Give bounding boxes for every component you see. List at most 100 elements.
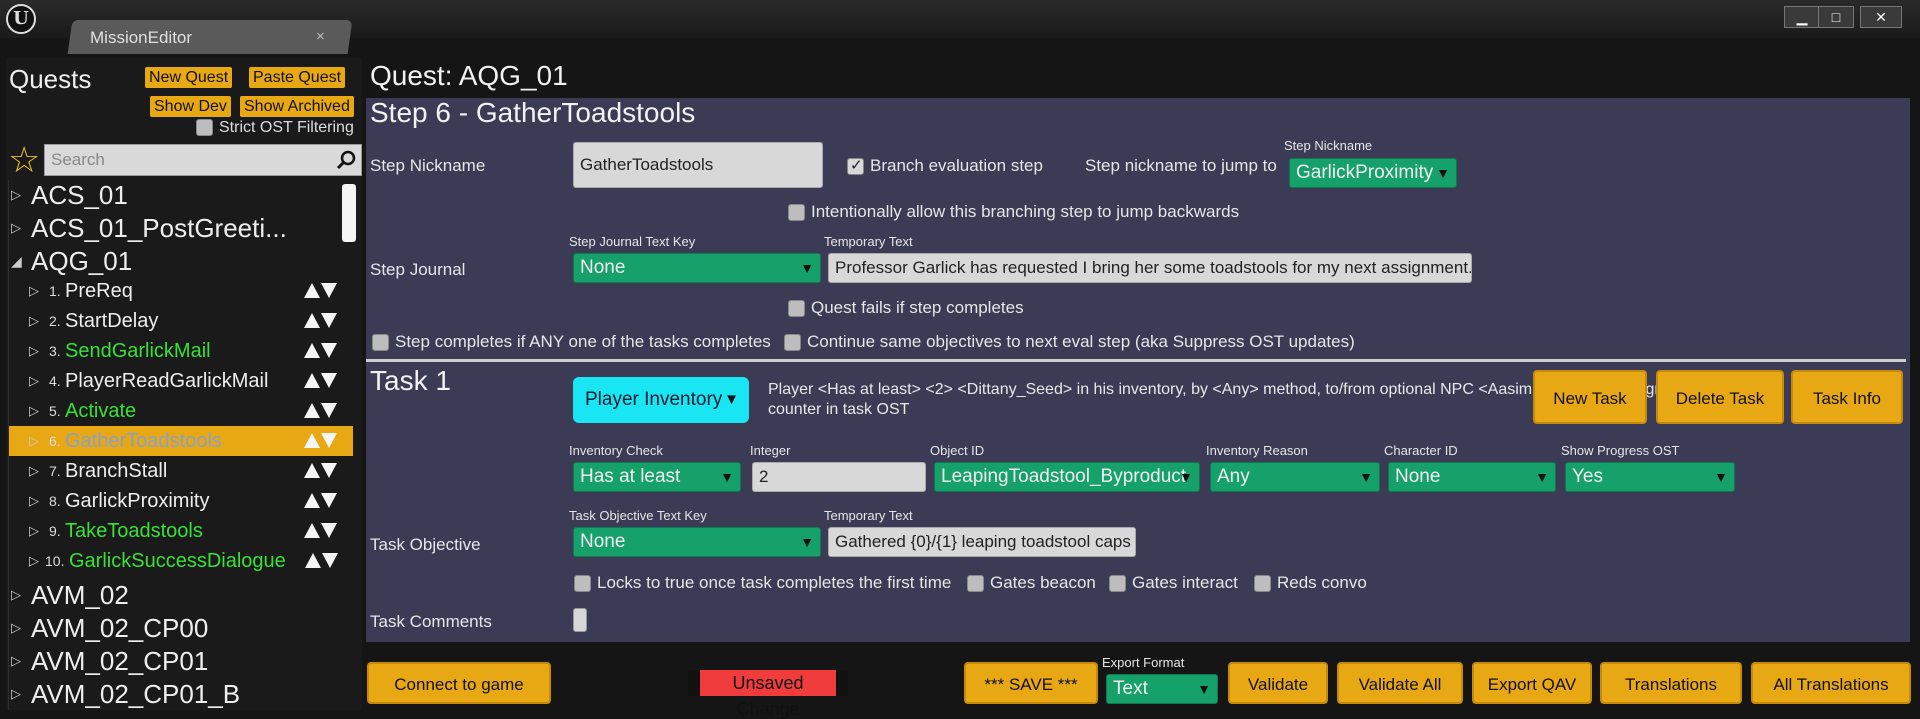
expanded-arrow-icon[interactable]: ◢ — [11, 246, 22, 276]
validate-all-button[interactable]: Validate All — [1337, 662, 1463, 704]
checkbox-icon[interactable] — [847, 156, 864, 176]
move-up-icon[interactable] — [304, 283, 320, 298]
collapsed-arrow-icon[interactable]: ▷ — [11, 213, 21, 243]
checkbox-icon[interactable] — [196, 119, 213, 137]
tree-scrollbar[interactable] — [342, 184, 356, 242]
inventory-check-dropdown[interactable]: Has at least ▼ — [573, 462, 741, 492]
checkbox-icon[interactable] — [788, 300, 805, 318]
tree-step-garlicksuccessdialogue[interactable]: ▷ 10. GarlickSuccessDialogue — [9, 546, 353, 576]
search-icon[interactable] — [335, 149, 357, 171]
tree-step-gathertoadstools[interactable]: ▷ 6. GatherToadstools — [9, 426, 353, 456]
tree-step-startdelay[interactable]: ▷ 2. StartDelay — [9, 306, 353, 336]
collapsed-arrow-icon[interactable]: ▷ — [29, 516, 39, 546]
tree-item-avm02-cp01-b[interactable]: ▷ AVM_02_CP01_B — [9, 679, 353, 709]
tree-step-garlickproximity[interactable]: ▷ 8. GarlickProximity — [9, 486, 353, 516]
move-down-icon[interactable] — [321, 313, 337, 328]
checkbox-icon[interactable] — [788, 204, 805, 222]
delete-task-button[interactable]: Delete Task — [1656, 370, 1784, 424]
tree-item-avm02-cp01[interactable]: ▷ AVM_02_CP01 — [9, 646, 353, 676]
tree-item-avm02[interactable]: ▷ AVM_02 — [9, 580, 353, 610]
collapsed-arrow-icon[interactable]: ▷ — [11, 679, 21, 709]
collapsed-arrow-icon[interactable]: ▷ — [11, 580, 21, 610]
connect-to-game-button[interactable]: Connect to game — [367, 662, 551, 704]
move-up-icon[interactable] — [304, 403, 320, 418]
task-info-button[interactable]: Task Info — [1791, 370, 1903, 424]
tree-step-playerreadgarlickmail[interactable]: ▷ 4. PlayerReadGarlickMail — [9, 366, 353, 396]
move-down-icon[interactable] — [322, 553, 338, 568]
export-qav-button[interactable]: Export QAV — [1472, 662, 1592, 704]
reorder-arrows[interactable] — [304, 313, 340, 329]
strict-ost-filter-checkbox[interactable]: Strict OST Filtering — [196, 119, 354, 137]
character-id-dropdown[interactable]: None ▼ — [1388, 462, 1556, 492]
reorder-arrows[interactable] — [305, 553, 341, 569]
objective-temp-text-input[interactable]: Gathered {0}/{1} leaping toadstool caps — [828, 527, 1136, 557]
collapsed-arrow-icon[interactable]: ▷ — [29, 336, 39, 366]
allow-backwards-checkbox[interactable]: Intentionally allow this branching step … — [788, 202, 1239, 222]
move-down-icon[interactable] — [321, 523, 337, 538]
step-nickname-input[interactable]: GatherToadstools — [573, 142, 823, 188]
checkbox-icon[interactable] — [967, 575, 984, 593]
checkbox-icon[interactable] — [372, 334, 389, 352]
move-down-icon[interactable] — [321, 493, 337, 508]
collapsed-arrow-icon[interactable]: ▷ — [11, 180, 21, 210]
tree-step-sendgarlickmail[interactable]: ▷ 3. SendGarlickMail — [9, 336, 353, 366]
jump-nickname-dropdown[interactable]: GarlickProximity ▼ — [1289, 158, 1457, 188]
collapsed-arrow-icon[interactable]: ▷ — [29, 546, 39, 576]
show-progress-dropdown[interactable]: Yes ▼ — [1565, 462, 1735, 492]
tree-item-acs01[interactable]: ▷ ACS_01 — [9, 180, 353, 210]
task-type-dropdown[interactable]: Player Inventory ▼ — [573, 377, 749, 423]
reds-convo-checkbox[interactable]: Reds convo — [1254, 573, 1367, 593]
all-translations-button[interactable]: All Translations — [1751, 662, 1911, 704]
tree-step-branchstall[interactable]: ▷ 7. BranchStall — [9, 456, 353, 486]
minimize-button[interactable]: ▁ — [1784, 6, 1820, 28]
show-dev-button[interactable]: Show Dev — [150, 96, 231, 117]
new-task-button[interactable]: New Task — [1533, 370, 1647, 424]
checkbox-icon[interactable] — [574, 575, 591, 593]
journal-key-dropdown[interactable]: None ▼ — [573, 253, 821, 283]
collapsed-arrow-icon[interactable]: ▷ — [11, 646, 21, 676]
collapsed-arrow-icon[interactable]: ▷ — [29, 366, 39, 396]
reorder-arrows[interactable] — [304, 343, 340, 359]
continue-objectives-checkbox[interactable]: Continue same objectives to next eval st… — [784, 332, 1355, 352]
move-down-icon[interactable] — [321, 433, 337, 448]
move-down-icon[interactable] — [321, 403, 337, 418]
integer-input[interactable]: 2 — [752, 462, 926, 492]
fails-if-complete-checkbox[interactable]: Quest fails if step completes — [788, 298, 1024, 318]
move-up-icon[interactable] — [304, 343, 320, 358]
close-window-button[interactable]: ✕ — [1860, 6, 1902, 28]
maximize-button[interactable]: □ — [1818, 6, 1854, 28]
translations-button[interactable]: Translations — [1600, 662, 1742, 704]
tree-step-activate[interactable]: ▷ 5. Activate — [9, 396, 353, 426]
reorder-arrows[interactable] — [304, 523, 340, 539]
task-comments-input[interactable] — [573, 608, 587, 632]
object-id-dropdown[interactable]: LeapingToadstool_Byproduct ▼ — [934, 462, 1200, 492]
checkbox-icon[interactable] — [1254, 575, 1271, 593]
favorite-star-icon[interactable]: ☆ — [8, 142, 40, 178]
move-up-icon[interactable] — [304, 373, 320, 388]
tree-step-prereq[interactable]: ▷ 1. PreReq — [9, 276, 353, 306]
paste-quest-button[interactable]: Paste Quest — [249, 67, 346, 88]
tab-close-icon[interactable]: × — [316, 28, 325, 45]
gates-interact-checkbox[interactable]: Gates interact — [1109, 573, 1238, 593]
checkbox-icon[interactable] — [1109, 575, 1126, 593]
reorder-arrows[interactable] — [304, 493, 340, 509]
move-up-icon[interactable] — [304, 313, 320, 328]
reorder-arrows[interactable] — [304, 433, 340, 449]
tree-item-aqg01[interactable]: ◢ AQG_01 — [9, 246, 353, 276]
checkbox-icon[interactable] — [784, 334, 801, 352]
collapsed-arrow-icon[interactable]: ▷ — [29, 396, 39, 426]
tree-item-acs01-postgreeting[interactable]: ▷ ACS_01_PostGreeti... — [9, 213, 353, 243]
reorder-arrows[interactable] — [304, 373, 340, 389]
collapsed-arrow-icon[interactable]: ▷ — [29, 306, 39, 336]
collapsed-arrow-icon[interactable]: ▷ — [29, 456, 39, 486]
collapsed-arrow-icon[interactable]: ▷ — [29, 276, 39, 306]
collapsed-arrow-icon[interactable]: ▷ — [11, 613, 21, 643]
save-button[interactable]: *** SAVE *** — [964, 662, 1098, 704]
validate-button[interactable]: Validate — [1228, 662, 1328, 704]
collapsed-arrow-icon[interactable]: ▷ — [29, 426, 39, 456]
move-down-icon[interactable] — [321, 373, 337, 388]
tree-step-taketoadstools[interactable]: ▷ 9. TakeToadstools — [9, 516, 353, 546]
move-up-icon[interactable] — [304, 463, 320, 478]
move-up-icon[interactable] — [304, 493, 320, 508]
reorder-arrows[interactable] — [304, 463, 340, 479]
